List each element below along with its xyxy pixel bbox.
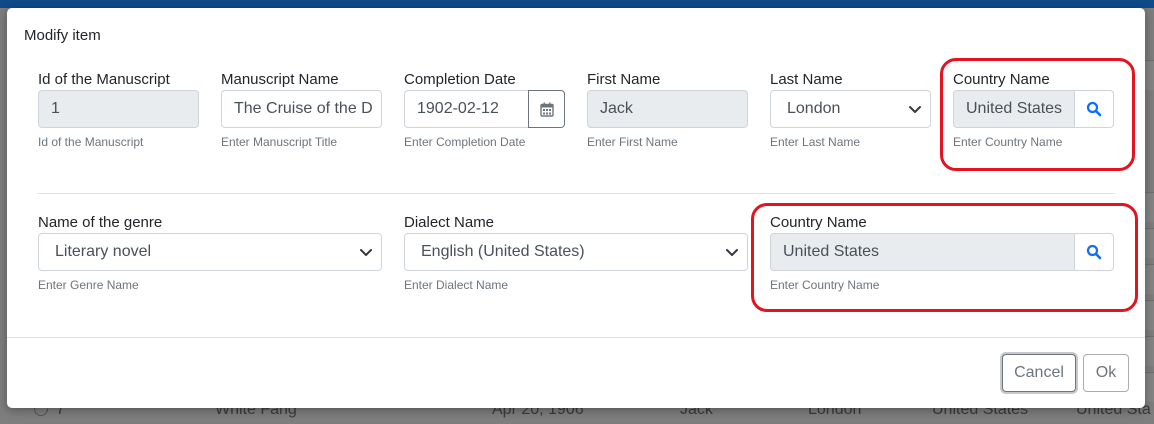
first-name-label: First Name bbox=[587, 71, 661, 88]
calendar-icon bbox=[539, 102, 554, 117]
country-search-button-2[interactable] bbox=[1074, 233, 1114, 271]
last-name-help: Enter Last Name bbox=[770, 135, 861, 149]
search-icon bbox=[1086, 244, 1102, 260]
manuscript-name-input[interactable]: The Cruise of the D bbox=[221, 90, 382, 128]
completion-date-input[interactable]: 1902-02-12 bbox=[404, 90, 529, 128]
dialect-field: Dialect Name English (United States) Ent… bbox=[404, 214, 748, 304]
manuscript-id-input[interactable]: 1 bbox=[38, 90, 199, 128]
app-top-bar bbox=[0, 0, 1154, 8]
manuscript-name-label: Manuscript Name bbox=[221, 71, 339, 88]
manuscript-name-help: Enter Manuscript Title bbox=[221, 135, 338, 149]
genre-help: Enter Genre Name bbox=[38, 278, 139, 292]
completion-date-field: Completion Date 1902-02-12 Enter Complet… bbox=[404, 71, 565, 161]
country-name-help-2: Enter Country Name bbox=[770, 278, 880, 292]
country-name-help-1: Enter Country Name bbox=[953, 135, 1063, 149]
country-name-field-2: Country Name United States Enter Country… bbox=[770, 214, 1114, 304]
cancel-button[interactable]: Cancel bbox=[1002, 354, 1076, 392]
dialect-value: English (United States) bbox=[421, 243, 585, 260]
manuscript-name-field: Manuscript Name The Cruise of the D Ente… bbox=[221, 71, 382, 161]
modal-footer-divider bbox=[7, 337, 1145, 338]
dialect-label: Dialect Name bbox=[404, 214, 495, 231]
completion-date-help: Enter Completion Date bbox=[404, 135, 526, 149]
genre-label: Name of the genre bbox=[38, 214, 163, 231]
first-name-help: Enter First Name bbox=[587, 135, 678, 149]
date-picker-button[interactable] bbox=[528, 90, 565, 128]
modal-title: Modify item bbox=[24, 27, 101, 44]
completion-date-label: Completion Date bbox=[404, 71, 516, 88]
manuscript-id-label: Id of the Manuscript bbox=[38, 71, 170, 88]
genre-select[interactable]: Literary novel bbox=[38, 233, 382, 271]
chevron-down-icon bbox=[909, 106, 921, 113]
last-name-field: Last Name London Enter Last Name bbox=[770, 71, 931, 161]
chevron-down-icon bbox=[360, 249, 372, 256]
country-name-label-2: Country Name bbox=[770, 214, 867, 231]
country-name-label-1: Country Name bbox=[953, 71, 1050, 88]
genre-field: Name of the genre Literary novel Enter G… bbox=[38, 214, 382, 304]
modify-item-modal: Modify item Id of the Manuscript 1 Id of… bbox=[7, 8, 1145, 408]
last-name-label: Last Name bbox=[770, 71, 843, 88]
last-name-select[interactable]: London bbox=[770, 90, 931, 128]
last-name-value: London bbox=[787, 100, 841, 117]
country-search-button-1[interactable] bbox=[1074, 90, 1114, 128]
dialect-select[interactable]: English (United States) bbox=[404, 233, 748, 271]
ok-button[interactable]: Ok bbox=[1083, 354, 1129, 392]
country-name-field-1: Country Name United States Enter Country… bbox=[953, 71, 1114, 161]
genre-value: Literary novel bbox=[55, 243, 152, 260]
dialect-help: Enter Dialect Name bbox=[404, 278, 509, 292]
manuscript-id-field: Id of the Manuscript 1 Id of the Manuscr… bbox=[38, 71, 199, 161]
manuscript-id-help: Id of the Manuscript bbox=[38, 135, 144, 149]
first-name-input[interactable]: Jack bbox=[587, 90, 748, 128]
country-name-input-2[interactable]: United States bbox=[770, 233, 1075, 271]
country-name-input-1[interactable]: United States bbox=[953, 90, 1075, 128]
first-name-field: First Name Jack Enter First Name bbox=[587, 71, 748, 161]
chevron-down-icon bbox=[726, 249, 738, 256]
search-icon bbox=[1086, 101, 1102, 117]
section-divider bbox=[37, 193, 1115, 194]
